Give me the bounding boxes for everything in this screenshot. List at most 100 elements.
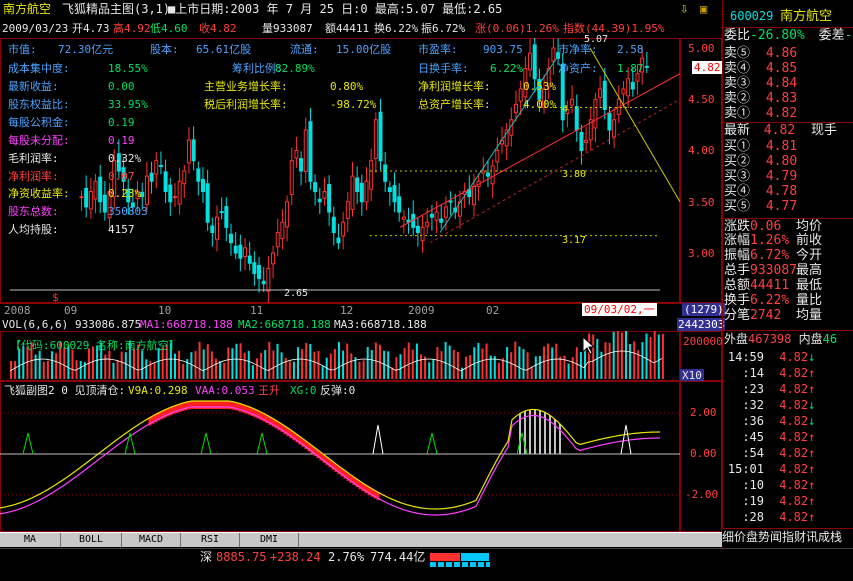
bid-label: 买④: [724, 184, 751, 199]
cursor-date: 09/03/02,一: [582, 303, 657, 316]
volume-bar: [313, 351, 316, 379]
low-label: 2.65: [284, 288, 309, 299]
tick-price: 4.82: [779, 446, 809, 460]
tab-boll[interactable]: BOLL: [61, 533, 122, 547]
candle-body: [579, 132, 584, 151]
candle-body: [644, 65, 649, 68]
stat-row: 总额44411 最低: [724, 278, 853, 294]
signal-marker: $: [52, 291, 59, 303]
fund-shares-label: 股本:: [150, 43, 179, 56]
tick-arrow: ↑: [808, 462, 816, 476]
ind-xg: XG:0: [290, 384, 317, 397]
volume-bar: [247, 350, 250, 379]
volume-bar: [133, 348, 135, 379]
candle-body: [93, 180, 98, 200]
tab-dmi[interactable]: DMI: [240, 533, 299, 547]
stat-value: 933087: [750, 263, 797, 278]
volume-bar: [145, 359, 148, 379]
time-label: 02: [486, 304, 500, 317]
volume-bar: [55, 353, 58, 379]
candle-body: [308, 121, 313, 182]
volume-bar: [403, 348, 406, 379]
ask-row[interactable]: 卖① 4.82: [724, 106, 853, 122]
level-label-4: 4: [562, 104, 569, 115]
ask-row[interactable]: 卖④ 4.85: [724, 61, 853, 77]
tick-price: 4.82: [779, 430, 809, 444]
price-tick: 3.50: [688, 196, 715, 209]
volume-bar: [284, 357, 287, 379]
tab-rsi[interactable]: RSI: [181, 533, 240, 547]
ohlc-volume: 量933087: [262, 22, 313, 35]
ohlc-amplitude: 振6.72%: [421, 22, 466, 35]
volume-bar: [194, 351, 197, 379]
volume-bar: [543, 346, 545, 379]
candle-body: [224, 206, 229, 228]
bid-row[interactable]: 买④ 4.78: [724, 184, 853, 200]
candle-body: [490, 165, 495, 185]
candle-body: [383, 164, 388, 182]
outer-value: 467398: [748, 332, 792, 346]
tab-ma[interactable]: MA: [0, 533, 61, 547]
candle-body: [140, 191, 145, 198]
indicator-svg: [0, 400, 680, 516]
candle-body: [551, 47, 556, 62]
ind-tick: 2.00: [690, 406, 717, 419]
bid-row[interactable]: 买① 4.81: [724, 139, 853, 155]
tick-price: 4.82: [779, 414, 809, 428]
time-label: 11: [250, 304, 264, 317]
ask-row[interactable]: 卖⑤ 4.86: [724, 46, 853, 62]
ratio-label: 委比: [724, 28, 751, 43]
chart-title: 飞狐精品主图(3,1): [62, 2, 171, 16]
ind-fantan: 反弹:0: [320, 384, 356, 397]
vol-value: 933086.875: [75, 318, 142, 331]
tab-macd[interactable]: MACD: [122, 533, 181, 547]
fund-value: 0.23%: [108, 187, 142, 200]
ask-price: 4.82: [765, 106, 798, 121]
bid-label: 买②: [724, 154, 751, 169]
volume-bar: [497, 362, 500, 379]
download-icon[interactable]: ⇩: [680, 2, 688, 16]
bid-price: 4.80: [765, 154, 798, 169]
bid-row[interactable]: 买⑤ 4.77: [724, 199, 853, 215]
fund-value: 0.00: [108, 80, 135, 93]
bid-row[interactable]: 买② 4.80: [724, 154, 853, 170]
volume-bar: [661, 333, 664, 379]
index-change: +238.24: [270, 550, 321, 564]
ask-row[interactable]: 卖② 4.83: [724, 91, 853, 107]
bid-row[interactable]: 买③ 4.79: [724, 169, 853, 185]
stat-value: 6.22%: [750, 293, 790, 308]
candle-body: [233, 245, 238, 254]
candle-body: [313, 182, 318, 192]
tick-time: 14:59: [727, 350, 764, 364]
ask-price: 4.83: [765, 91, 798, 106]
fund-value: 33.95%: [108, 98, 148, 111]
ask-row[interactable]: 卖③ 4.84: [724, 76, 853, 92]
candle-body: [518, 88, 523, 102]
ind-title: 飞狐副图2 0 见顶清仓:: [4, 384, 126, 397]
volume-bar: [157, 347, 160, 379]
volume-bar: [63, 347, 66, 379]
volume-bar: [42, 361, 45, 379]
diff-label: 委差: [818, 28, 845, 43]
fund-value: 4.00%: [523, 98, 557, 111]
volume-bar: [317, 351, 320, 379]
lock-icon[interactable]: ▣: [700, 3, 707, 16]
volume-bar: [288, 361, 291, 379]
candle-body: [607, 112, 612, 131]
volume-bar: [333, 349, 336, 379]
price-tick: 3.00: [688, 247, 715, 260]
candle-body: [177, 180, 182, 205]
volume-bar: [616, 331, 619, 379]
volume-bar: [362, 360, 365, 379]
candle-body: [420, 226, 425, 242]
level-label-317: 3.17: [562, 235, 587, 246]
time-label: 10: [158, 304, 172, 317]
volume-bar: [280, 352, 283, 379]
inner-value: 46: [822, 332, 838, 346]
tick-arrow: ↓: [808, 414, 816, 428]
right-tabs[interactable]: 细价盘势闻指财讯成栈: [722, 531, 842, 544]
volume-bar: [633, 341, 636, 379]
volume-bar: [206, 344, 209, 379]
price-tick: 5.00: [688, 42, 715, 55]
candle-body: [359, 182, 364, 203]
